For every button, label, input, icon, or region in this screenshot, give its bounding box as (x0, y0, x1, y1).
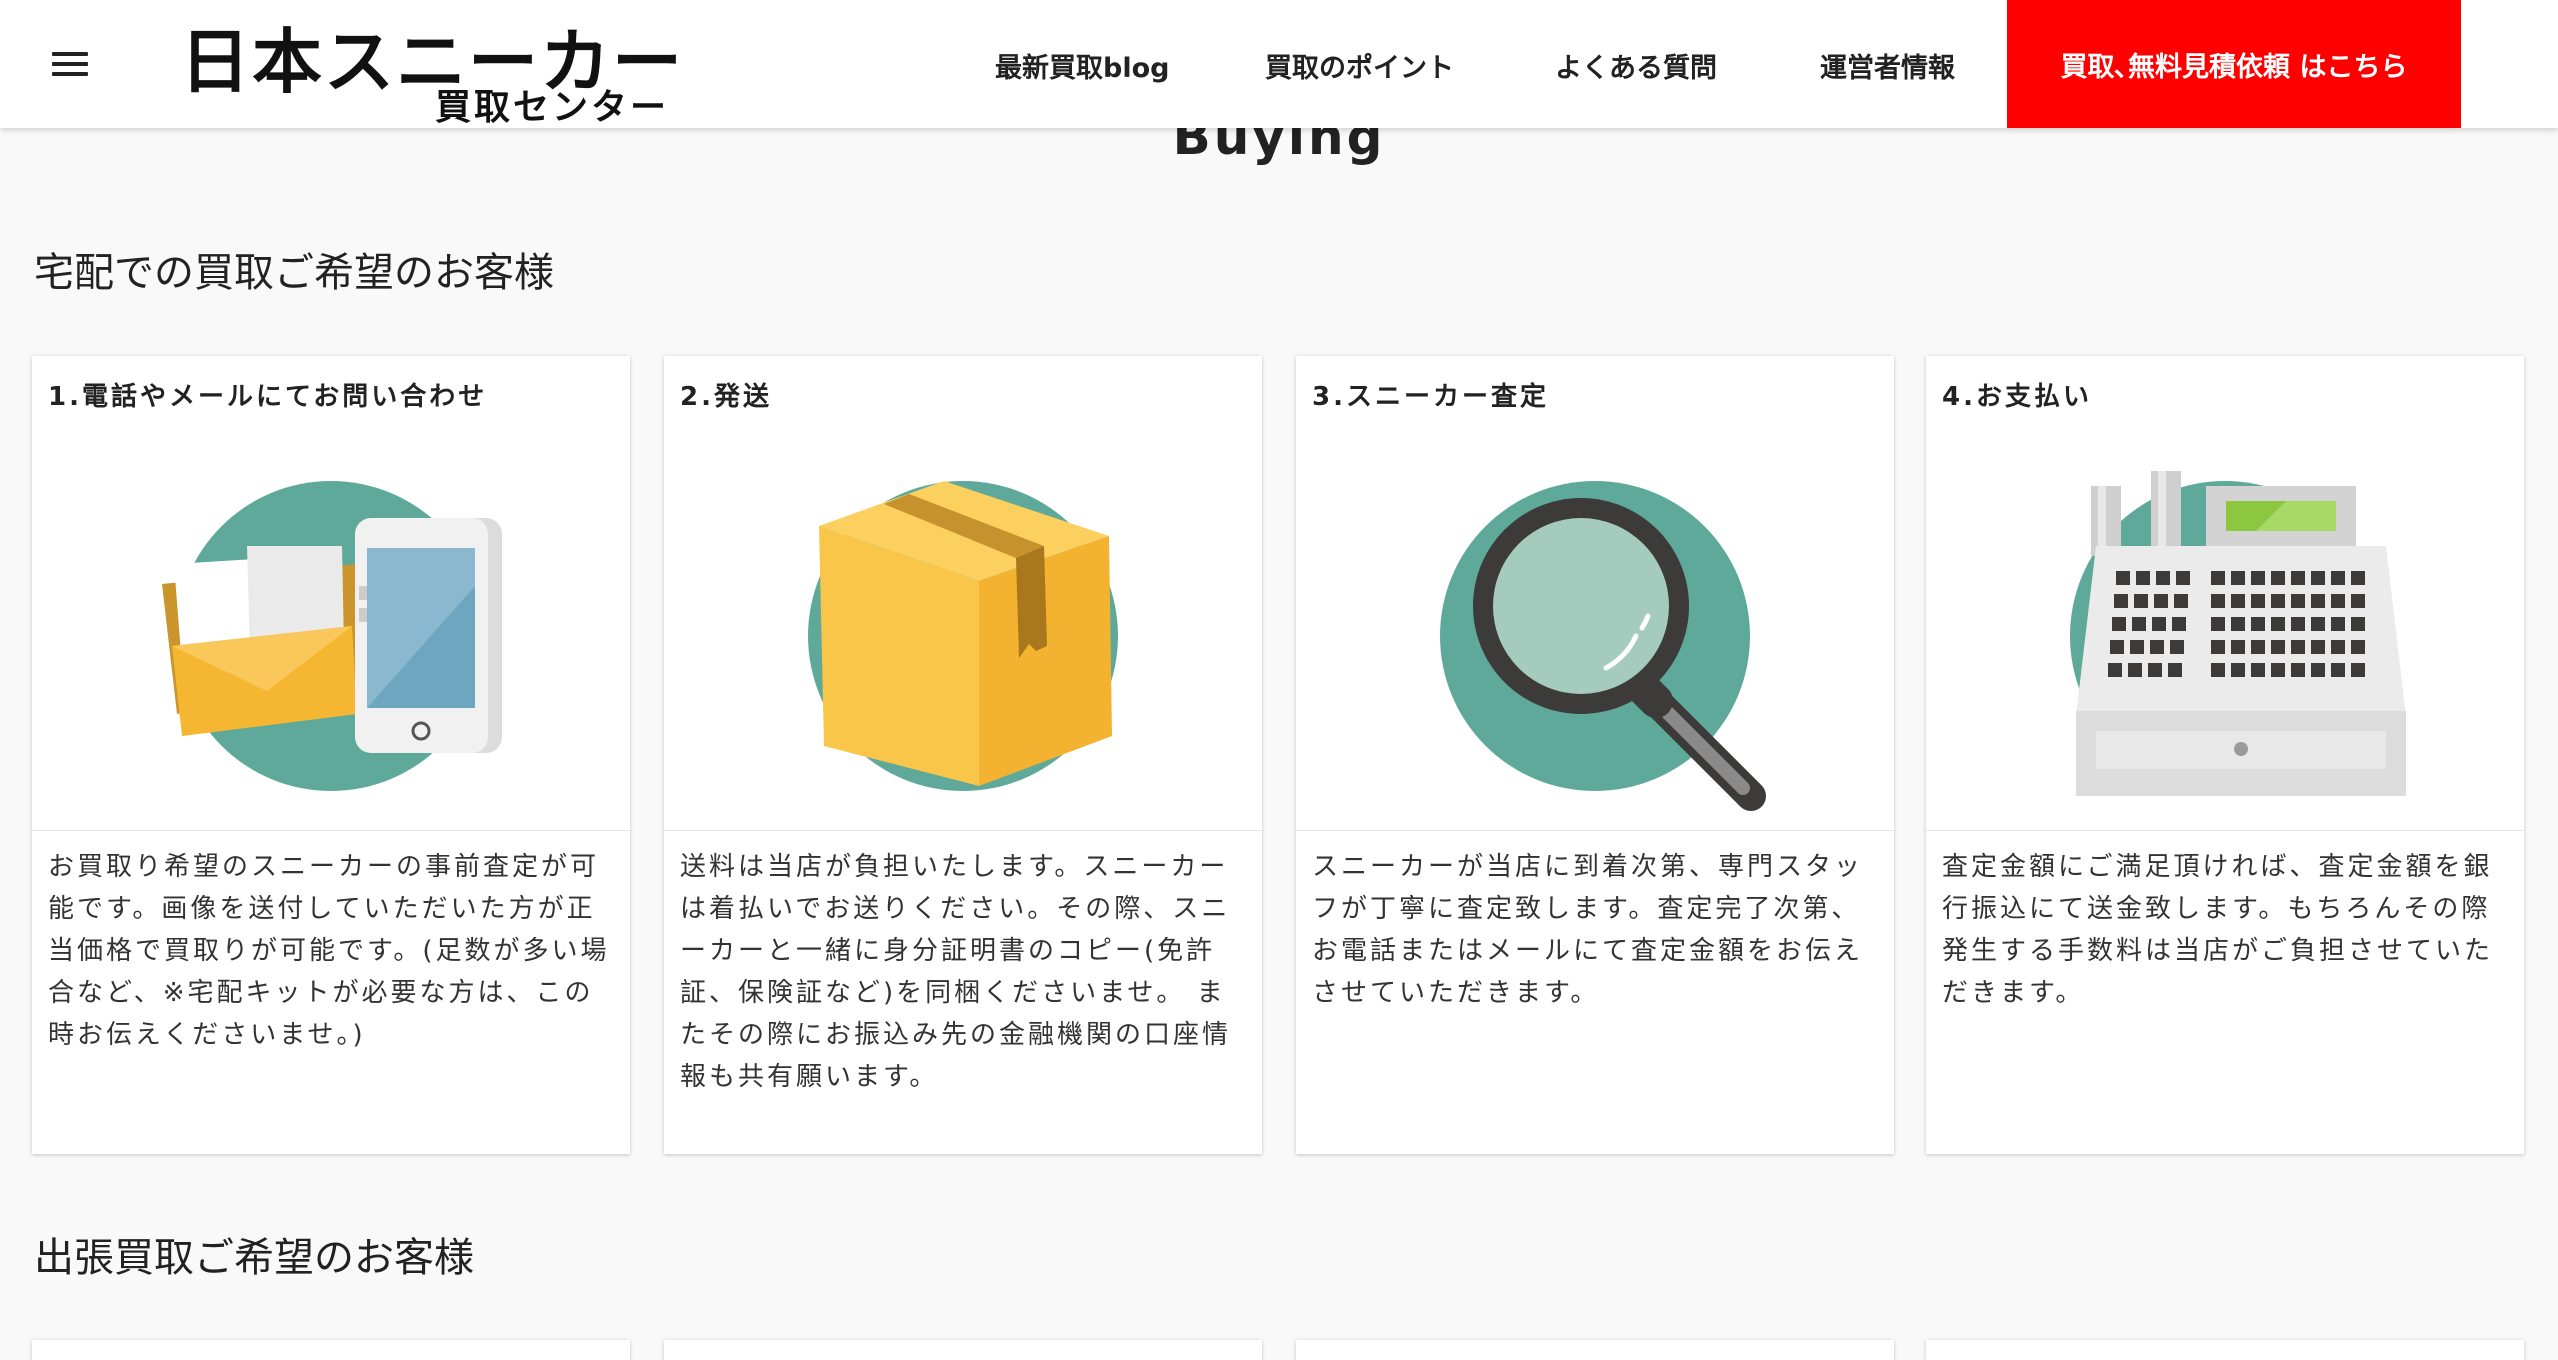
visit-card-4 (1926, 1340, 2524, 1360)
delivery-section-title: 宅配での買取ご希望のお客様 (34, 250, 554, 296)
visit-card-2 (664, 1340, 1262, 1360)
visit-card-1 (32, 1340, 630, 1360)
card-divider (1296, 830, 1894, 831)
step-card-text: スニーカーが当店に到着次第、専門スタッフが丁寧に査定致します。査定完了次第、お電… (1312, 852, 1864, 1008)
logo-sub-text: 買取センター (435, 87, 670, 128)
step-card-4: 4.お支払い 査定金額にご満足頂ければ、査定金額を銀行振込にて送金致します。もち… (1926, 356, 2524, 1154)
step-card-title: 2.発送 (680, 382, 772, 412)
site-logo[interactable]: 日本スニーカー 買取センター (180, 6, 682, 128)
hamburger-menu-icon[interactable] (50, 48, 90, 80)
step-card-title: 3.スニーカー査定 (1312, 382, 1549, 412)
card-divider (664, 830, 1262, 831)
card-divider (32, 830, 630, 831)
step-card-title: 4.お支払い (1942, 382, 2092, 412)
cash-register-icon (1926, 446, 2524, 826)
step-card-title: 1.電話やメールにてお問い合わせ (48, 382, 488, 412)
card-divider (1926, 830, 2524, 831)
visit-card-3 (1296, 1340, 1894, 1360)
site-header: 日本スニーカー 買取センター 最新買取blog 買取のポイント よくある質問 運… (0, 0, 2558, 128)
step-card-text: 査定金額にご満足頂ければ、査定金額を銀行振込にて送金致します。もちろんその際発生… (1942, 852, 2494, 1008)
nav-item-faq[interactable]: よくある質問 (1555, 46, 1717, 85)
step-card-1: 1.電話やメールにてお問い合わせ お買取り希望のスニーカーの事前査定が可能です。… (32, 356, 630, 1154)
cardboard-box-icon (664, 446, 1262, 826)
magnifier-icon (1296, 446, 1894, 826)
nav-item-blog[interactable]: 最新買取blog (995, 46, 1169, 85)
visit-section-title: 出張買取ご希望のお客様 (34, 1235, 474, 1281)
mail-phone-icon (32, 446, 630, 826)
nav-item-points[interactable]: 買取のポイント (1265, 46, 1454, 85)
step-card-text: お買取り希望のスニーカーの事前査定が可能です。画像を送付していただいた方が正当価… (48, 852, 610, 1050)
step-card-text: 送料は当店が負担いたします。スニーカーは着払いでお送りください。その際、スニーカ… (680, 852, 1232, 1092)
step-card-3: 3.スニーカー査定 スニーカーが当店に到着次第、専門スタッフが丁寧に査定致します… (1296, 356, 1894, 1154)
nav-item-operator[interactable]: 運営者情報 (1820, 46, 1955, 85)
step-card-2: 2.発送 送料は当店が負担いたします。スニーカーは着払いでお送りください。その際… (664, 356, 1262, 1154)
estimate-request-button[interactable]: 買取､無料見積依頼 はこちら (2007, 0, 2461, 128)
